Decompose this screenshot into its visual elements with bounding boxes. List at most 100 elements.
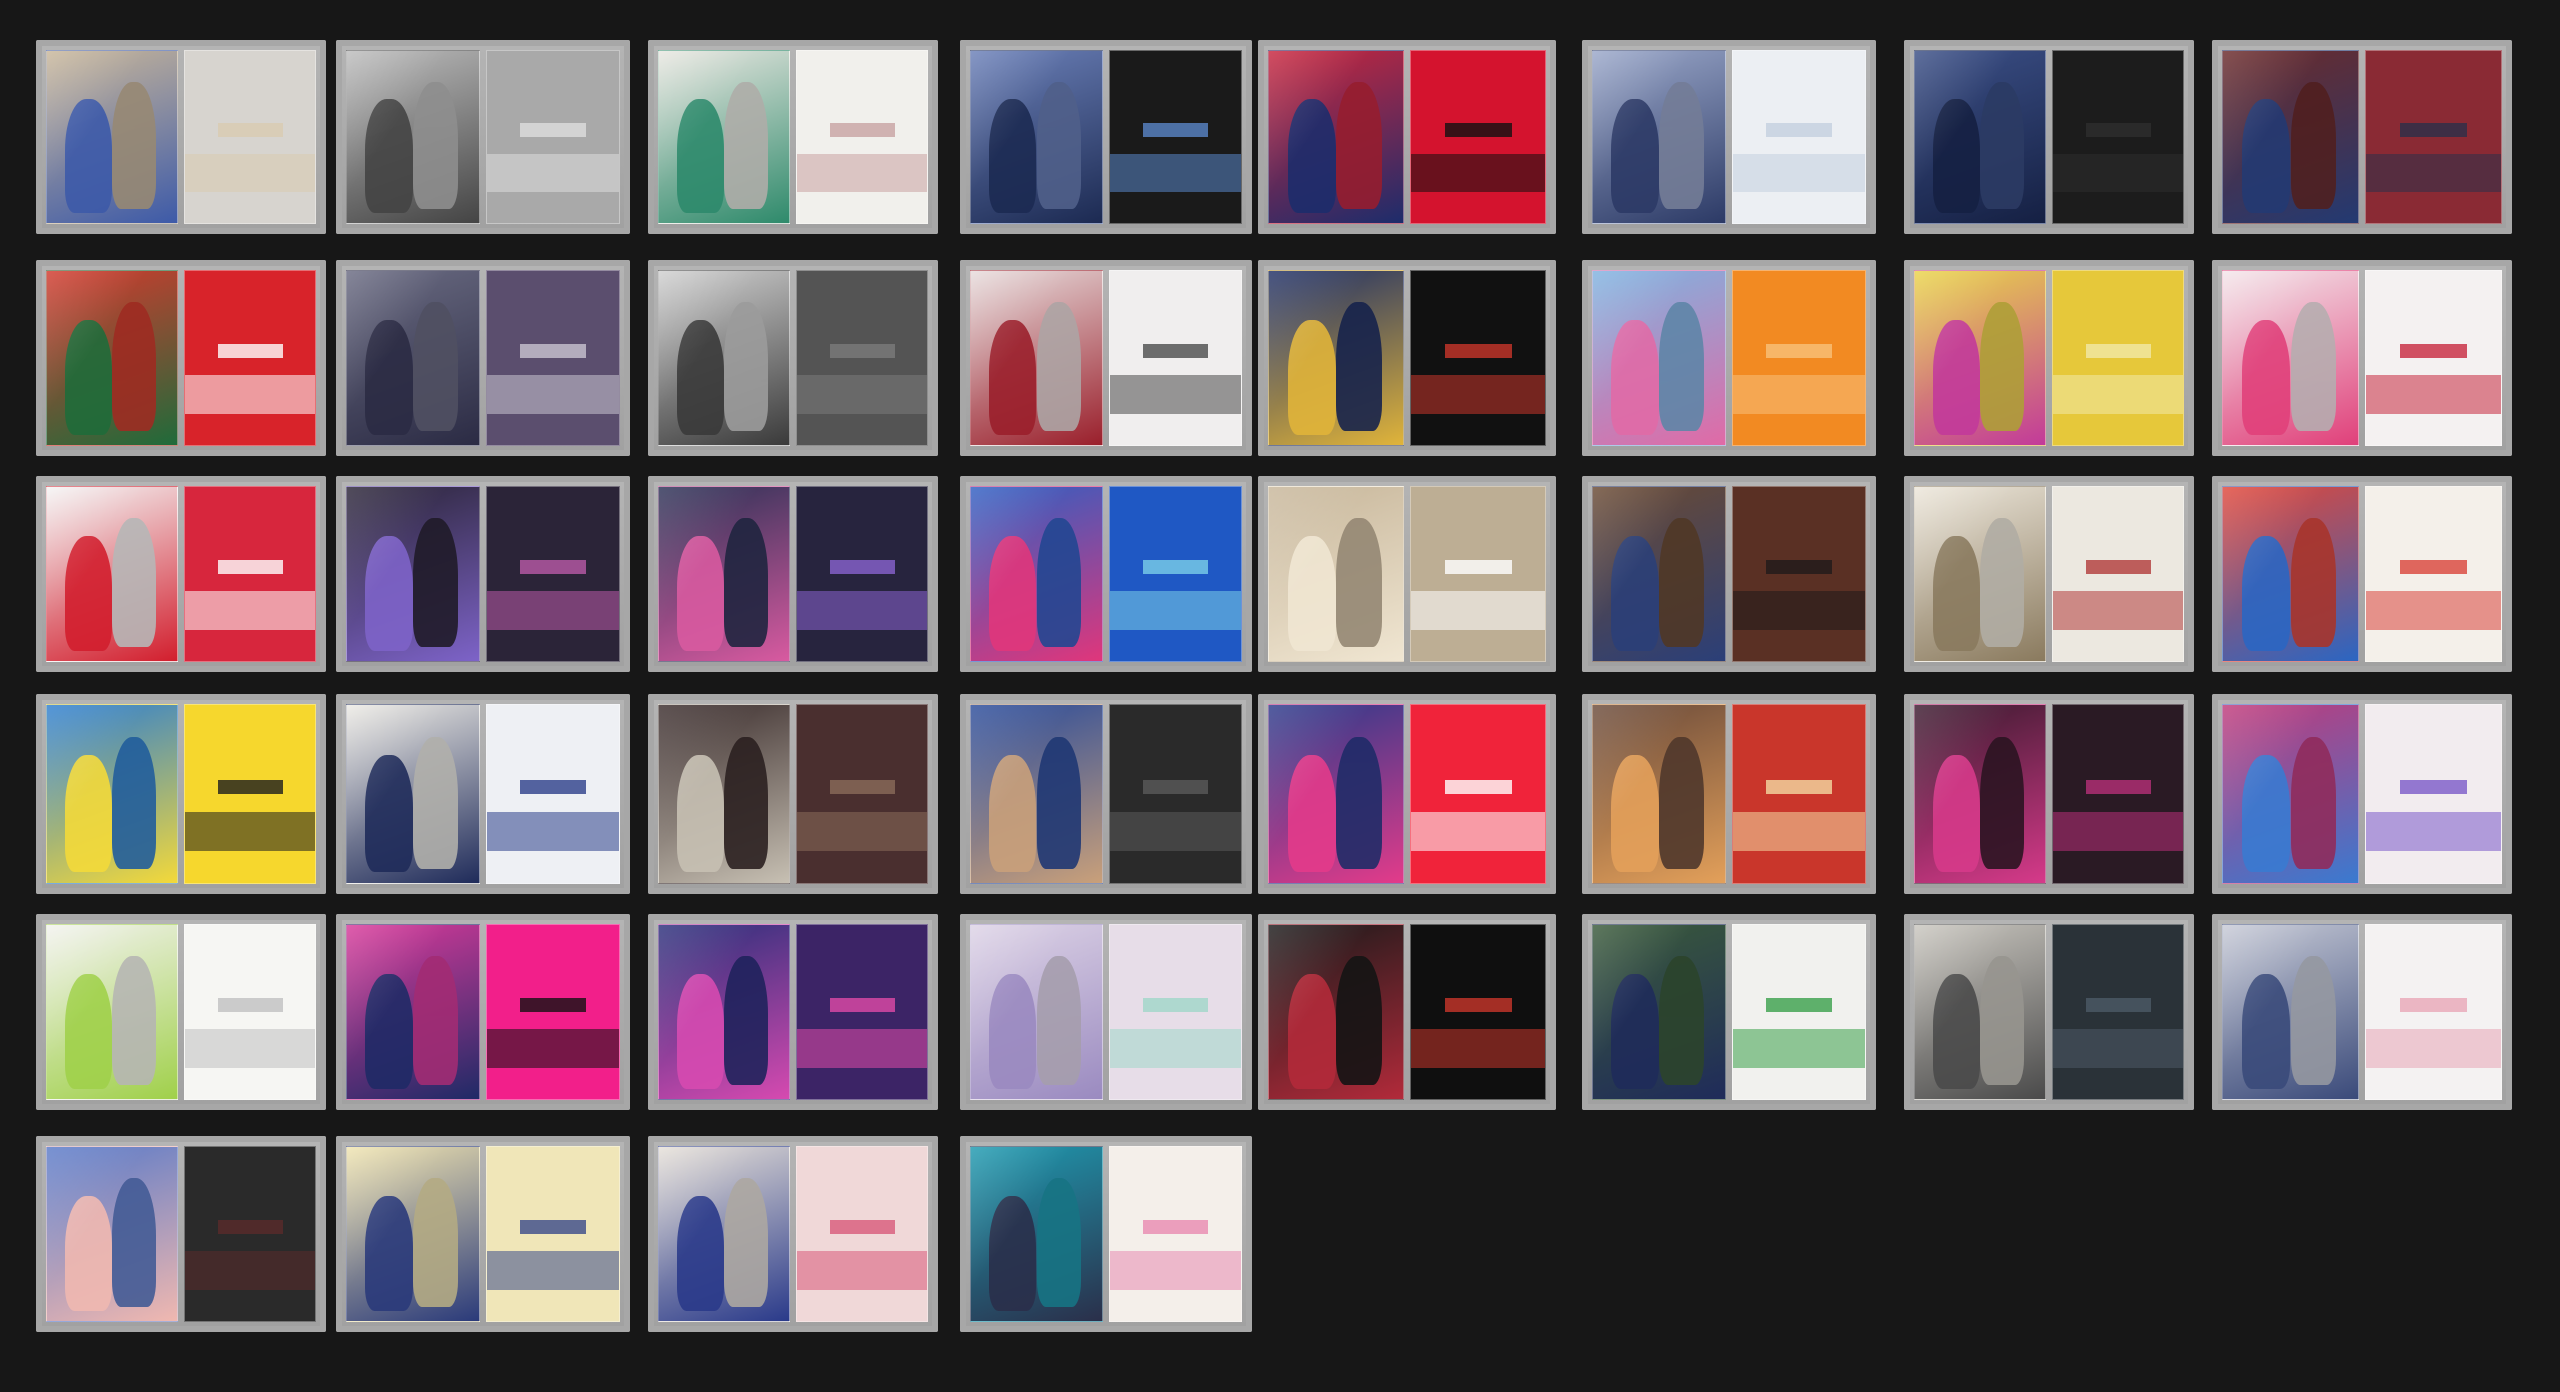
plastic-sleeve-sheen: [1915, 925, 2045, 1099]
book-photo-tile: [1582, 694, 1876, 894]
back-cover-image: [2052, 924, 2184, 1100]
front-cover-image: [46, 486, 178, 662]
book-photo-tile: [648, 1136, 938, 1332]
book-photo-tile: [1582, 914, 1876, 1110]
back-cover-image: [1410, 486, 1546, 662]
back-cover-image: [486, 270, 620, 446]
back-cover-image: [486, 486, 620, 662]
back-cover-label: [2085, 998, 2151, 1012]
back-cover-label: [829, 1220, 895, 1234]
front-cover-image: [658, 486, 790, 662]
book-photo-tile: [960, 260, 1252, 456]
back-cover-band: [1733, 811, 1865, 851]
plastic-sleeve-sheen: [2223, 925, 2358, 1099]
back-cover-image: [1109, 486, 1242, 662]
book-photo-tile: [336, 694, 630, 894]
back-cover-image: [796, 924, 928, 1100]
front-cover-image: [46, 1146, 178, 1322]
back-cover-band: [1110, 154, 1241, 193]
plastic-sleeve-sheen: [1269, 271, 1403, 445]
book-photo-tile: [36, 914, 326, 1110]
back-cover-band: [1110, 591, 1241, 630]
plastic-sleeve-sheen: [2223, 271, 2358, 445]
book-photo-tile: [2212, 476, 2512, 672]
back-cover-label: [829, 779, 895, 794]
back-cover-image: [796, 1146, 928, 1322]
front-cover-image: [1914, 704, 2046, 884]
back-cover-band: [185, 375, 315, 414]
back-cover-image: [2365, 924, 2502, 1100]
plastic-sleeve-sheen: [1915, 51, 2045, 223]
back-cover-band: [2053, 1029, 2183, 1068]
back-cover-band: [1110, 811, 1241, 851]
book-photo-tile: [1258, 694, 1556, 894]
back-cover-label: [1142, 123, 1209, 137]
back-cover-label: [217, 344, 283, 358]
back-cover-image: [1732, 704, 1866, 884]
back-cover-label: [520, 123, 586, 137]
plastic-sleeve-sheen: [1269, 51, 1403, 223]
back-cover-image: [2052, 486, 2184, 662]
back-cover-label: [1766, 998, 1832, 1012]
book-photo-tile: [960, 40, 1252, 234]
plastic-sleeve-sheen: [1915, 487, 2045, 661]
back-cover-band: [487, 375, 619, 414]
plastic-sleeve-sheen: [47, 925, 177, 1099]
back-cover-band: [2053, 375, 2183, 414]
book-photo-tile: [1258, 40, 1556, 234]
back-cover-band: [487, 1029, 619, 1068]
book-photo-tile: [1904, 694, 2194, 894]
book-photo-tile: [2212, 260, 2512, 456]
front-cover-image: [2222, 486, 2359, 662]
plastic-sleeve-sheen: [1593, 705, 1725, 883]
front-cover-image: [658, 924, 790, 1100]
back-cover-label: [1444, 560, 1512, 574]
back-cover-band: [185, 1251, 315, 1290]
plastic-sleeve-sheen: [47, 705, 177, 883]
back-cover-image: [2365, 704, 2502, 884]
plastic-sleeve-sheen: [347, 1147, 479, 1321]
back-cover-label: [520, 779, 586, 794]
book-photo-tile: [1904, 40, 2194, 234]
back-cover-image: [796, 50, 928, 224]
back-cover-band: [2366, 591, 2501, 630]
back-cover-image: [486, 924, 620, 1100]
book-photo-tile: [1582, 260, 1876, 456]
back-cover-label: [2085, 123, 2151, 137]
back-cover-band: [2366, 375, 2501, 414]
back-cover-band: [1110, 375, 1241, 414]
back-cover-image: [1109, 1146, 1242, 1322]
back-cover-band: [797, 154, 927, 193]
front-cover-image: [1592, 704, 1726, 884]
back-cover-image: [796, 486, 928, 662]
plastic-sleeve-sheen: [47, 487, 177, 661]
back-cover-band: [797, 375, 927, 414]
back-cover-label: [1142, 560, 1209, 574]
book-photo-tile: [36, 1136, 326, 1332]
back-cover-image: [486, 50, 620, 224]
back-cover-band: [185, 1029, 315, 1068]
plastic-sleeve-sheen: [659, 51, 789, 223]
back-cover-image: [1109, 704, 1242, 884]
front-cover-image: [658, 50, 790, 224]
book-photo-tile: [960, 1136, 1252, 1332]
front-cover-image: [46, 704, 178, 884]
back-cover-image: [486, 1146, 620, 1322]
back-cover-image: [184, 486, 316, 662]
book-photo-tile: [1258, 476, 1556, 672]
back-cover-band: [185, 154, 315, 193]
back-cover-band: [797, 1029, 927, 1068]
book-photo-tile: [36, 694, 326, 894]
front-cover-image: [346, 50, 480, 224]
back-cover-image: [1109, 270, 1242, 446]
plastic-sleeve-sheen: [659, 487, 789, 661]
front-cover-image: [1914, 50, 2046, 224]
plastic-sleeve-sheen: [971, 925, 1102, 1099]
plastic-sleeve-sheen: [1269, 705, 1403, 883]
back-cover-image: [1410, 270, 1546, 446]
book-photo-tile: [36, 476, 326, 672]
back-cover-band: [2366, 811, 2501, 851]
back-cover-image: [1732, 50, 1866, 224]
back-cover-image: [796, 270, 928, 446]
back-cover-image: [2052, 50, 2184, 224]
